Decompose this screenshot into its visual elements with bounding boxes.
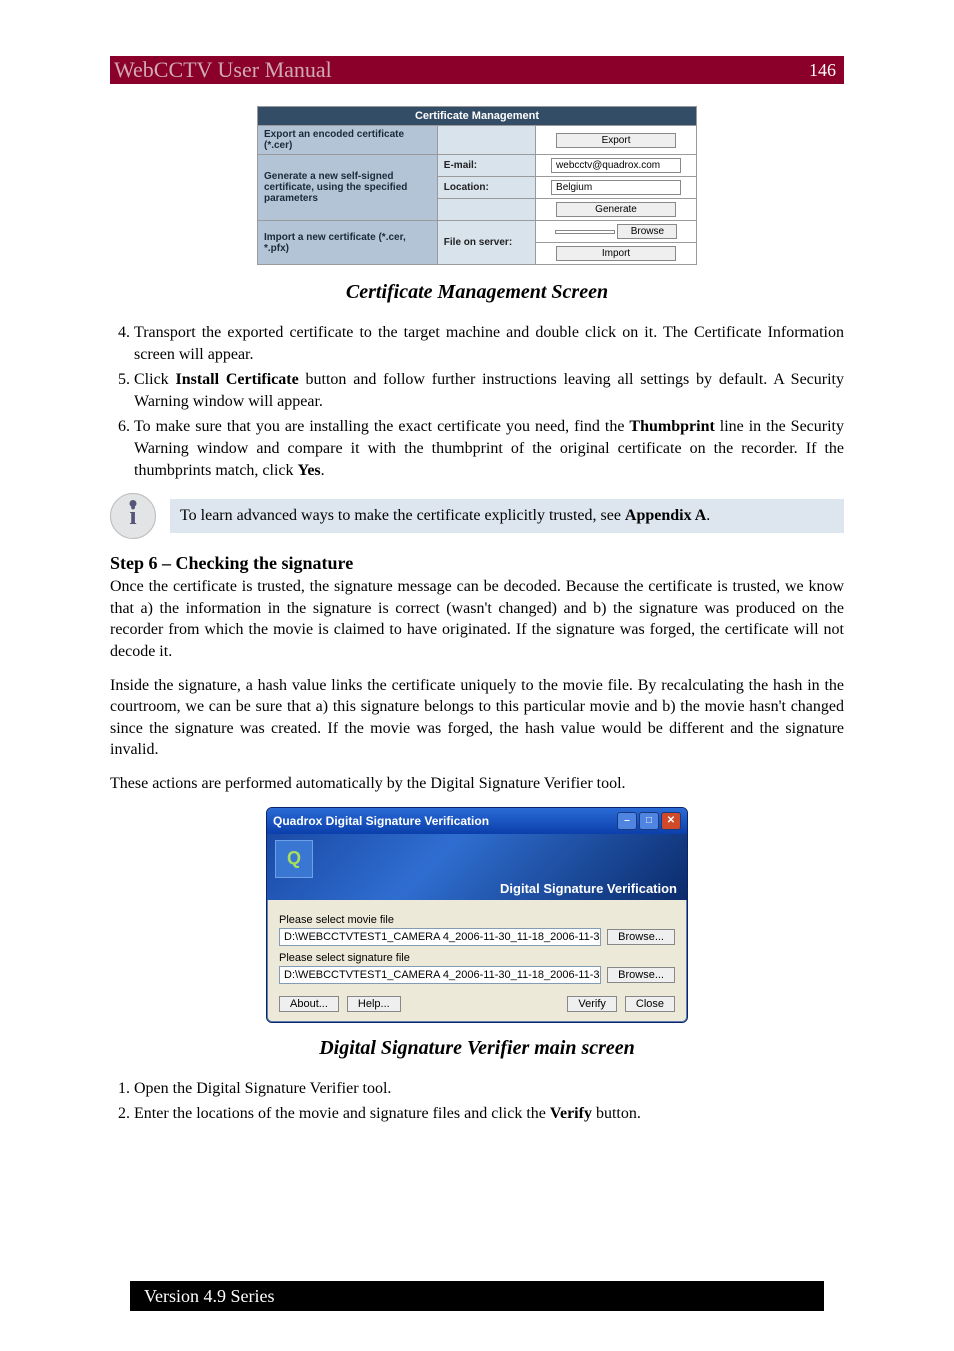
location-input[interactable]: Belgium [551,180,681,195]
info-icon: i [110,493,156,539]
appendix-a-bold: Appendix A [625,507,706,524]
info-after: . [706,507,710,524]
list-item: Click Install Certificate button and fol… [134,369,844,412]
import-path-input[interactable] [555,230,615,234]
maximize-button[interactable]: □ [639,812,659,830]
instructions-list-1: Transport the exported certificate to th… [110,322,844,481]
list-item: Enter the locations of the movie and sig… [134,1103,844,1125]
location-label: Location: [437,177,535,199]
yes-bold: Yes [298,462,321,479]
dsv-footer: About... Help... Verify Close [279,996,675,1012]
document-header: WebCCTV User Manual 146 [110,56,844,84]
email-label: E-mail: [437,155,535,177]
window-controls: – □ ✕ [617,812,681,830]
close-button[interactable]: ✕ [661,812,681,830]
export-mid [437,126,535,155]
thumbprint-bold: Thumbprint [629,418,714,435]
export-button[interactable]: Export [556,133,676,148]
signature-file-input[interactable]: D:\WEBCCTVTEST1_CAMERA 4_2006-11-30_11-1… [279,966,601,984]
help-button[interactable]: Help... [347,996,401,1012]
export-row-label: Export an encoded certificate (*.cer) [258,126,438,155]
export-cell: Export [536,126,697,155]
dsv-window: Quadrox Digital Signature Verification –… [266,807,688,1023]
import-cell: Import [536,243,697,265]
dsv-caption: Digital Signature Verifier main screen [110,1037,844,1060]
generate-button[interactable]: Generate [556,202,676,217]
signature-file-label: Please select signature file [279,952,675,964]
paragraph-1: Once the certificate is trusted, the sig… [110,576,844,662]
info-text: To learn advanced ways to make the certi… [170,499,844,533]
signature-browse-button[interactable]: Browse... [607,967,675,983]
dsv-body: Please select movie file D:\WEBCCTVTEST1… [267,900,687,1022]
page-footer: Version 4.9 Series [130,1281,824,1311]
paragraph-2: Inside the signature, a hash value links… [110,675,844,761]
movie-file-input[interactable]: D:\WEBCCTVTEST1_CAMERA 4_2006-11-30_11-1… [279,928,601,946]
browse-cell: Browse [536,221,697,243]
list-item: Open the Digital Signature Verifier tool… [134,1078,844,1100]
page-number: 146 [809,60,836,81]
verify-button[interactable]: Verify [567,996,617,1012]
footer-text: Version 4.9 Series [144,1286,274,1307]
signature-file-row: D:\WEBCCTVTEST1_CAMERA 4_2006-11-30_11-1… [279,966,675,984]
paragraph-3: These actions are performed automaticall… [110,773,844,795]
dsv-banner-title: Digital Signature Verification [500,881,677,896]
dsv-window-title: Quadrox Digital Signature Verification [273,814,489,828]
generate-cell: Generate [536,199,697,221]
minimize-button[interactable]: – [617,812,637,830]
email-cell: webcctv@quadrox.com [536,155,697,177]
instructions-list-2: Open the Digital Signature Verifier tool… [110,1078,844,1125]
generate-mid-empty [437,199,535,221]
page: WebCCTV User Manual 146 Certificate Mana… [0,0,954,1351]
import-button[interactable]: Import [556,246,676,261]
verify-bold: Verify [550,1105,592,1122]
close-dialog-button[interactable]: Close [625,996,675,1012]
list-text: Open the Digital Signature Verifier tool… [134,1080,391,1097]
email-input[interactable]: webcctv@quadrox.com [551,158,681,173]
certificate-management-table: Certificate Management Export an encoded… [257,106,697,265]
info-before: To learn advanced ways to make the certi… [180,507,625,524]
list-text: Transport the exported certificate to th… [134,324,844,363]
generate-row-label: Generate a new self-signed certificate, … [258,155,438,221]
import-row-label: Import a new certificate (*.cer, *.pfx) [258,221,438,265]
movie-file-label: Please select movie file [279,914,675,926]
quadrox-logo-icon: Q [275,840,313,878]
install-cert-bold: Install Certificate [175,371,298,388]
dsv-titlebar: Quadrox Digital Signature Verification –… [267,808,687,834]
location-cell: Belgium [536,177,697,199]
browse-button[interactable]: Browse [617,224,677,239]
file-on-server-label: File on server: [437,221,535,265]
movie-file-row: D:\WEBCCTVTEST1_CAMERA 4_2006-11-30_11-1… [279,928,675,946]
doc-title: WebCCTV User Manual [110,57,332,83]
cert-caption: Certificate Management Screen [110,281,844,304]
content: Certificate Management Export an encoded… [110,106,844,1125]
list-item: Transport the exported certificate to th… [134,322,844,365]
dsv-banner: Q Digital Signature Verification [267,834,687,900]
cert-table-title: Certificate Management [258,107,697,126]
list-item: To make sure that you are installing the… [134,416,844,481]
info-note: i To learn advanced ways to make the cer… [110,493,844,539]
about-button[interactable]: About... [279,996,339,1012]
movie-browse-button[interactable]: Browse... [607,929,675,945]
step6-heading: Step 6 – Checking the signature [110,553,844,574]
